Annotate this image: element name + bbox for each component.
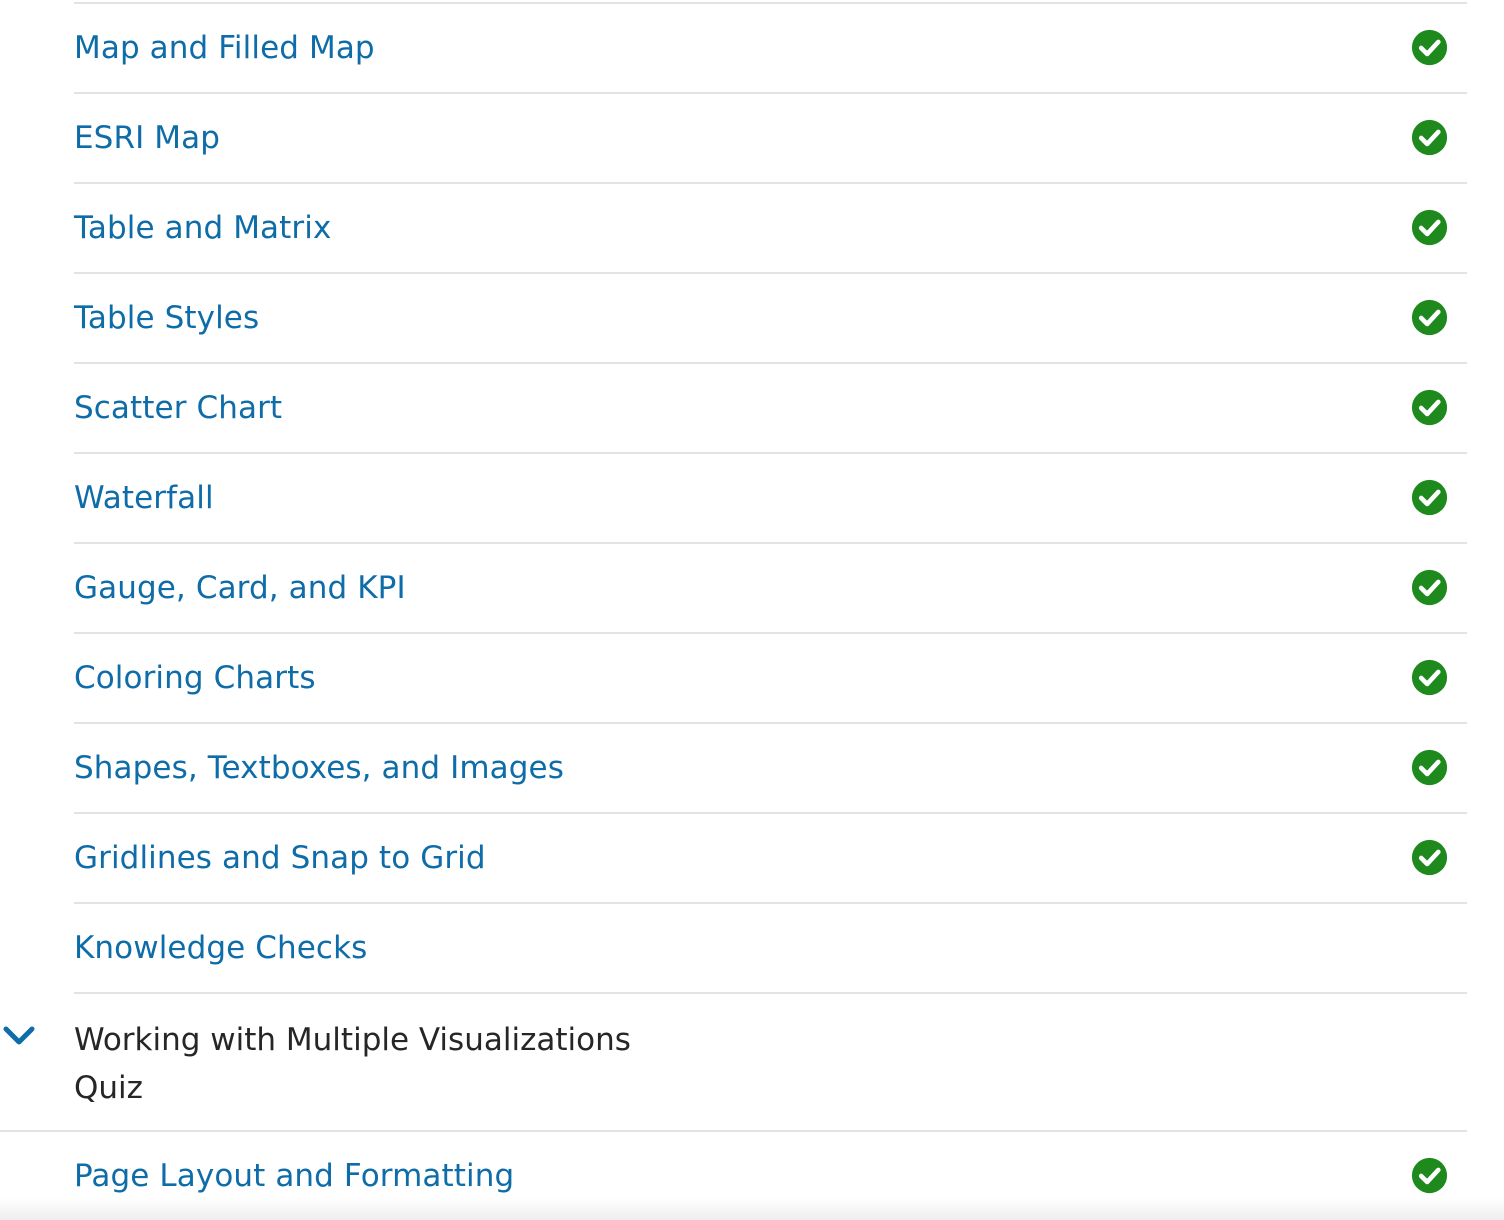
- lesson-item[interactable]: Page Layout and Formatting: [74, 1132, 1467, 1220]
- lesson-link[interactable]: Page Layout and Formatting: [74, 1158, 514, 1194]
- section-title-line: Working with Multiple Visualizations: [74, 1022, 631, 1058]
- lesson-item[interactable]: ESRI Map: [74, 94, 1467, 184]
- check-circle-icon: [1411, 29, 1448, 66]
- lesson-link[interactable]: Waterfall: [74, 480, 214, 516]
- lesson-item[interactable]: Map and Filled Map: [74, 4, 1467, 94]
- lesson-link[interactable]: Coloring Charts: [74, 660, 316, 696]
- lesson-link[interactable]: Gridlines and Snap to Grid: [74, 840, 486, 876]
- lesson-link[interactable]: Map and Filled Map: [74, 30, 375, 66]
- section-title: Working with Multiple Visualizations Qui…: [74, 1016, 674, 1112]
- check-circle-icon: [1411, 1157, 1448, 1194]
- section-header[interactable]: Working with Multiple Visualizations Qui…: [0, 994, 1467, 1132]
- check-circle-icon: [1411, 659, 1448, 696]
- lesson-item[interactable]: Knowledge Checks: [74, 904, 1467, 994]
- lesson-link[interactable]: ESRI Map: [74, 120, 220, 156]
- course-outline-page: Map and Filled Map ESRI Map Table and Ma…: [0, 0, 1504, 1220]
- lesson-link[interactable]: Table Styles: [74, 300, 259, 336]
- check-circle-icon: [1411, 389, 1448, 426]
- lesson-link[interactable]: Shapes, Textboxes, and Images: [74, 750, 564, 786]
- check-circle-icon: [1411, 479, 1448, 516]
- section-title-line: Quiz: [74, 1070, 143, 1106]
- lesson-item[interactable]: Table Styles: [74, 274, 1467, 364]
- chevron-down-icon[interactable]: [2, 1024, 36, 1048]
- lesson-item[interactable]: Waterfall: [74, 454, 1467, 544]
- check-circle-icon: [1411, 119, 1448, 156]
- lesson-item[interactable]: Table and Matrix: [74, 184, 1467, 274]
- lesson-item[interactable]: Coloring Charts: [74, 634, 1467, 724]
- check-circle-icon: [1411, 749, 1448, 786]
- lesson-link[interactable]: Gauge, Card, and KPI: [74, 570, 406, 606]
- check-circle-icon: [1411, 209, 1448, 246]
- lesson-item[interactable]: Shapes, Textboxes, and Images: [74, 724, 1467, 814]
- lesson-list: Map and Filled Map ESRI Map Table and Ma…: [0, 4, 1504, 1220]
- lesson-link[interactable]: Knowledge Checks: [74, 930, 367, 966]
- lesson-link[interactable]: Table and Matrix: [74, 210, 331, 246]
- check-circle-icon: [1411, 569, 1448, 606]
- check-circle-icon: [1411, 299, 1448, 336]
- lesson-item[interactable]: Gauge, Card, and KPI: [74, 544, 1467, 634]
- lesson-item[interactable]: Gridlines and Snap to Grid: [74, 814, 1467, 904]
- lesson-item[interactable]: Scatter Chart: [74, 364, 1467, 454]
- lesson-link[interactable]: Scatter Chart: [74, 390, 282, 426]
- check-circle-icon: [1411, 839, 1448, 876]
